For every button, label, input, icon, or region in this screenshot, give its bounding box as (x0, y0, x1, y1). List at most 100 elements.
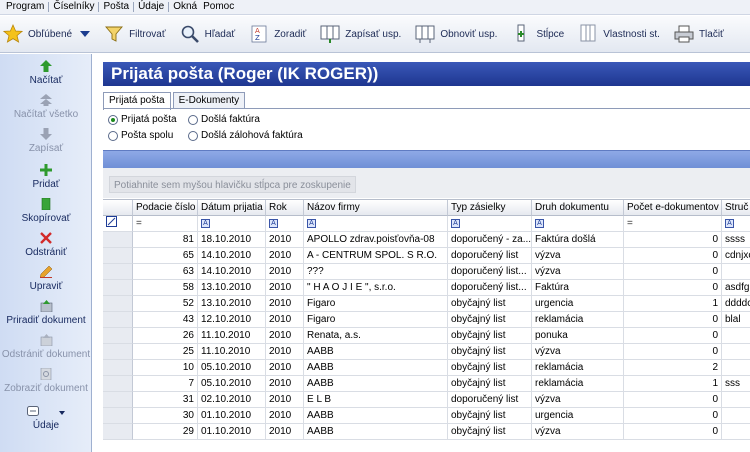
cell-strucny-popis[interactable] (722, 328, 750, 344)
table-row[interactable]: 10 05.10.2010 2010 AABB obyčajný list reklamá… (103, 360, 750, 376)
cell-druh-dokumentu[interactable]: ponuka (532, 328, 624, 344)
cell-typ-zasielky[interactable]: doporučený list (448, 248, 532, 264)
header-podacie-cislo[interactable]: Podacie číslo (133, 200, 198, 216)
cell-rok[interactable]: 2010 (266, 248, 304, 264)
table-row[interactable]: 30 01.10.2010 2010 AABB obyčajný list urgenci… (103, 408, 750, 424)
cell-druh-dokumentu[interactable]: výzva (532, 344, 624, 360)
cell-strucny-popis[interactable]: sss (722, 376, 750, 392)
cell-pocet-e-dokumentov[interactable]: 0 (624, 232, 722, 248)
cell-podacie-cislo[interactable]: 63 (133, 264, 198, 280)
row-selector[interactable] (103, 264, 133, 280)
row-selector[interactable] (103, 360, 133, 376)
cell-strucny-popis[interactable] (722, 424, 750, 440)
table-row[interactable]: 58 13.10.2010 2010 " H A O J I E ", s.r.o. d… (103, 280, 750, 296)
cell-podacie-cislo[interactable]: 58 (133, 280, 198, 296)
radio-received-invoice[interactable]: Došlá faktúra (188, 114, 260, 125)
cell-strucny-popis[interactable] (722, 264, 750, 280)
cell-typ-zasielky[interactable]: obyčajný list (448, 376, 532, 392)
save-button[interactable]: Zapísať (0, 127, 92, 154)
header-druh-dokumentu[interactable]: Druh dokumentu (532, 200, 624, 216)
cell-datum-prijatia[interactable]: 02.10.2010 (198, 392, 266, 408)
cell-typ-zasielky[interactable]: doporučený list... (448, 264, 532, 280)
cell-rok[interactable]: 2010 (266, 344, 304, 360)
cell-pocet-e-dokumentov[interactable]: 0 (624, 280, 722, 296)
header-strucny-popis[interactable]: Struč (722, 200, 750, 216)
filter-nazov-firmy[interactable]: A (304, 216, 448, 232)
cell-strucny-popis[interactable]: ddddc (722, 296, 750, 312)
filter-typ-zasielky[interactable]: A (448, 216, 532, 232)
cell-druh-dokumentu[interactable]: Faktúra (532, 280, 624, 296)
header-typ-zasielky[interactable]: Typ zásielky (448, 200, 532, 216)
radio-received-mail[interactable]: Prijatá pošta (108, 114, 177, 125)
row-selector[interactable] (103, 312, 133, 328)
cell-rok[interactable]: 2010 (266, 232, 304, 248)
cell-nazov-firmy[interactable]: AABB (304, 424, 448, 440)
header-nazov-firmy[interactable]: Názov firmy (304, 200, 448, 216)
cell-strucny-popis[interactable] (722, 344, 750, 360)
cell-podacie-cislo[interactable]: 10 (133, 360, 198, 376)
cell-pocet-e-dokumentov[interactable]: 1 (624, 376, 722, 392)
cell-nazov-firmy[interactable]: E L B (304, 392, 448, 408)
cell-datum-prijatia[interactable]: 11.10.2010 (198, 328, 266, 344)
cell-podacie-cislo[interactable]: 25 (133, 344, 198, 360)
save-settings-button[interactable]: Zapísať usp. (319, 19, 401, 49)
table-row[interactable]: 43 12.10.2010 2010 Figaro obyčajný list rekla… (103, 312, 750, 328)
edit-button[interactable]: Upraviť (0, 265, 92, 292)
chevron-down-icon[interactable] (80, 31, 91, 37)
cell-podacie-cislo[interactable]: 30 (133, 408, 198, 424)
load-button[interactable]: Načítať (0, 59, 92, 86)
cell-datum-prijatia[interactable]: 13.10.2010 (198, 280, 266, 296)
cell-datum-prijatia[interactable]: 14.10.2010 (198, 248, 266, 264)
cell-typ-zasielky[interactable]: doporučený - za... (448, 232, 532, 248)
cell-nazov-firmy[interactable]: AABB (304, 344, 448, 360)
cell-rok[interactable]: 2010 (266, 360, 304, 376)
cell-druh-dokumentu[interactable]: reklamácia (532, 360, 624, 376)
cell-rok[interactable]: 2010 (266, 328, 304, 344)
filter-rok[interactable]: A (266, 216, 304, 232)
cell-strucny-popis[interactable] (722, 360, 750, 376)
row-selector[interactable] (103, 328, 133, 344)
cell-pocet-e-dokumentov[interactable]: 2 (624, 360, 722, 376)
cell-datum-prijatia[interactable]: 01.10.2010 (198, 424, 266, 440)
cell-podacie-cislo[interactable]: 31 (133, 392, 198, 408)
cell-druh-dokumentu[interactable]: výzva (532, 392, 624, 408)
filter-druh-dokumentu[interactable]: A (532, 216, 624, 232)
attach-document-button[interactable]: Priradiť dokument (0, 299, 92, 326)
cell-druh-dokumentu[interactable]: Faktúra došlá (532, 232, 624, 248)
cell-druh-dokumentu[interactable]: reklamácia (532, 376, 624, 392)
copy-button[interactable]: Skopírovať (0, 197, 92, 224)
cell-rok[interactable]: 2010 (266, 264, 304, 280)
menu-posta[interactable]: Pošta (100, 0, 132, 14)
row-selector[interactable] (103, 376, 133, 392)
cell-rok[interactable]: 2010 (266, 312, 304, 328)
cell-datum-prijatia[interactable]: 11.10.2010 (198, 344, 266, 360)
delete-button[interactable]: Odstrániť (0, 231, 92, 258)
add-button[interactable]: Pridať (0, 163, 92, 190)
cell-strucny-popis[interactable]: blal (722, 312, 750, 328)
cell-nazov-firmy[interactable]: " H A O J I E ", s.r.o. (304, 280, 448, 296)
filter-edit-icon[interactable] (106, 216, 117, 230)
cell-typ-zasielky[interactable]: obyčajný list (448, 344, 532, 360)
cell-nazov-firmy[interactable]: AABB (304, 408, 448, 424)
cell-podacie-cislo[interactable]: 26 (133, 328, 198, 344)
cell-pocet-e-dokumentov[interactable]: 1 (624, 296, 722, 312)
cell-podacie-cislo[interactable]: 7 (133, 376, 198, 392)
cell-druh-dokumentu[interactable]: výzva (532, 248, 624, 264)
cell-datum-prijatia[interactable]: 05.10.2010 (198, 376, 266, 392)
cell-druh-dokumentu[interactable]: výzva (532, 424, 624, 440)
cell-pocet-e-dokumentov[interactable]: 0 (624, 248, 722, 264)
cell-nazov-firmy[interactable]: Renata, a.s. (304, 328, 448, 344)
sort-button[interactable]: AZ Zoradiť (248, 19, 306, 49)
cell-nazov-firmy[interactable]: APOLLO zdrav.poisťovňa-08 (304, 232, 448, 248)
remove-document-button[interactable]: Odstrániť dokument (0, 333, 92, 360)
header-datum-prijatia[interactable]: Dátum prijatia (198, 200, 266, 216)
table-row[interactable]: 25 11.10.2010 2010 AABB obyčajný list výzva 0 (103, 344, 750, 360)
favorites-button[interactable]: Obľúbené (2, 19, 91, 49)
properties-button[interactable]: Vlastnosti st. (577, 19, 660, 49)
cell-nazov-firmy[interactable]: A - CENTRUM SPOL. S R.O. (304, 248, 448, 264)
header-pocet-e-dokumentov[interactable]: Počet e-dokumentov (624, 200, 722, 216)
cell-datum-prijatia[interactable]: 18.10.2010 (198, 232, 266, 248)
cell-nazov-firmy[interactable]: AABB (304, 360, 448, 376)
cell-podacie-cislo[interactable]: 29 (133, 424, 198, 440)
filter-strucny-popis[interactable]: A (722, 216, 750, 232)
